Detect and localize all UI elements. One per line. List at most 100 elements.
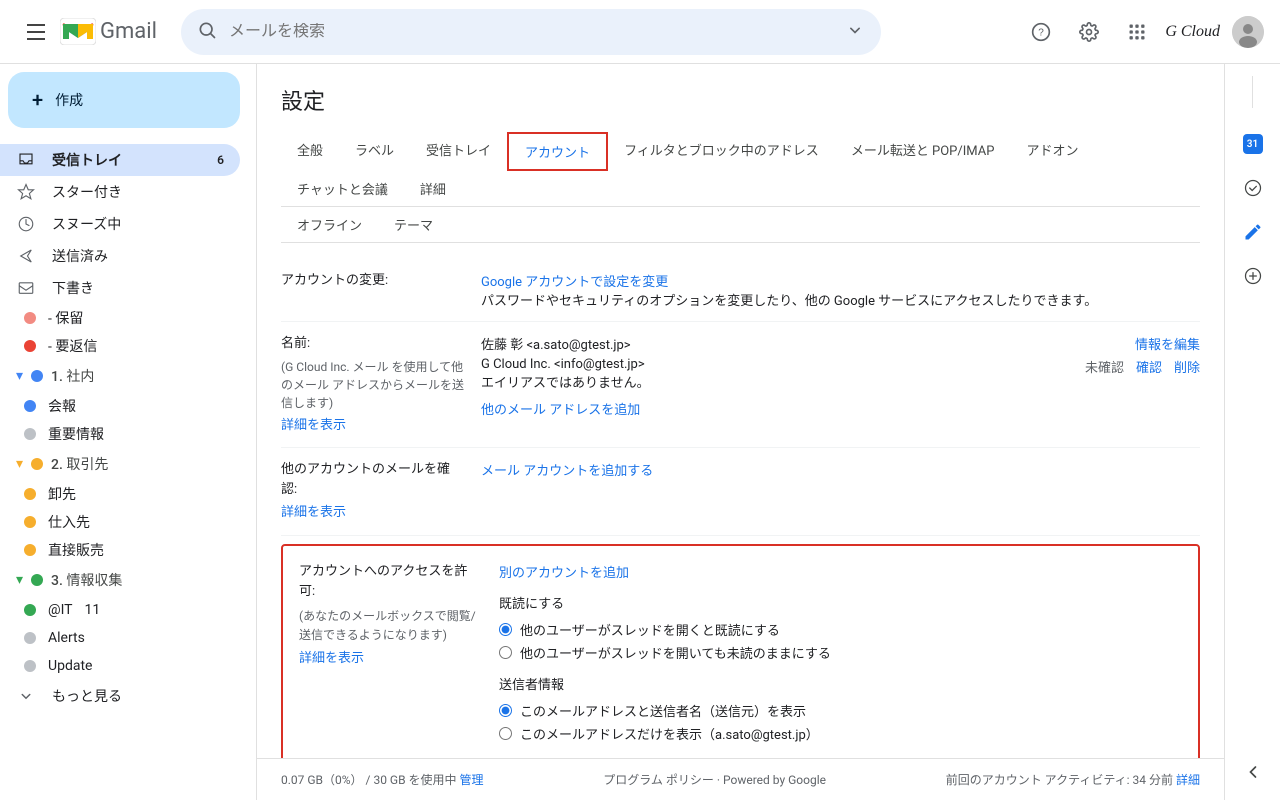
sidebar-item-snoozed[interactable]: スヌーズ中 [0, 208, 240, 240]
footer-activity: 前回のアカウント アクティビティ: 34 分前 [946, 773, 1173, 787]
footer-manage-link[interactable]: 管理 [460, 773, 484, 787]
radio-sender1-label: このメールアドレスと送信者名（送信元）を表示 [520, 701, 806, 720]
account-setup-value: Google アカウントで設定を変更 パスワードやセキュリティのオプションを変更… [481, 271, 1200, 309]
add-another-account-link[interactable]: 別のアカウントを追加 [499, 566, 629, 581]
important-dot [24, 428, 36, 440]
footer-detail-link[interactable]: 詳細 [1176, 773, 1200, 787]
other-accounts-detail-link[interactable]: 詳細を表示 [281, 503, 465, 523]
tab-theme[interactable]: テーマ [378, 207, 449, 242]
sidebar-item-important[interactable]: 重要情報 [0, 420, 240, 448]
search-input[interactable] [229, 23, 837, 41]
add-mail-account-link[interactable]: メール アカウントを追加する [481, 464, 653, 479]
compose-label: 作成 [55, 90, 83, 110]
sidebar-item-reply[interactable]: - 要返信 [0, 332, 240, 360]
pen-icon-button[interactable] [1233, 212, 1273, 252]
sent-label: 送信済み [52, 246, 108, 266]
add-email-link[interactable]: 他のメール アドレスを追加 [481, 403, 640, 418]
sidebar-item-alerts[interactable]: Alerts [0, 624, 240, 652]
tab-filters[interactable]: フィルタとブロック中のアドレス [608, 132, 835, 171]
drafts-icon [16, 278, 36, 298]
radio-read2[interactable]: 他のユーザーがスレッドを開いても未読のままにする [499, 643, 1182, 662]
radio-read1-input[interactable] [499, 623, 512, 636]
search-dropdown-button[interactable] [845, 20, 865, 44]
tabs-row: 全般 ラベル 受信トレイ アカウント フィルタとブロック中のアドレス メール転送… [281, 132, 1200, 207]
sidebar-item-sent[interactable]: 送信済み [0, 240, 240, 272]
sidebar-item-direct[interactable]: 直接販売 [0, 536, 240, 564]
atit-dot [24, 604, 36, 616]
gmail-text: Gmail [100, 19, 157, 44]
inbox-icon [16, 150, 36, 170]
content-area: 設定 全般 ラベル 受信トレイ アカウント フィルタとブロック中のアドレス メー… [256, 64, 1224, 800]
wholesaler-dot [24, 488, 36, 500]
group3-dot [31, 574, 43, 586]
remove-link[interactable]: 削除 [1174, 357, 1200, 376]
tab-advanced[interactable]: 詳細 [404, 171, 462, 206]
access-box-inner: アカウントへのアクセスを許可: (あなたのメールボックスで閲覧/送信できるように… [299, 562, 1182, 751]
confirm-link[interactable]: 確認 [1136, 357, 1162, 376]
radio-read2-input[interactable] [499, 646, 512, 659]
help-button[interactable]: ? [1021, 12, 1061, 52]
group1-header[interactable]: ▾ 1. 社内 [0, 360, 256, 392]
access-sublabel: (あなたのメールボックスで閲覧/送信できるようになります) [299, 607, 483, 645]
gmail-logo: Gmail [60, 18, 157, 45]
tab-labels[interactable]: ラベル [339, 132, 410, 171]
footer-policy: プログラム ポリシー [603, 773, 714, 787]
hamburger-button[interactable] [16, 12, 56, 52]
radio-sender1[interactable]: このメールアドレスと送信者名（送信元）を表示 [499, 701, 1182, 720]
sidebar-item-supplier[interactable]: 仕入先 [0, 508, 240, 536]
settings-button[interactable] [1069, 12, 1109, 52]
main-container: + 作成 受信トレイ 6 スター付き スヌーズ中 送信済み [0, 64, 1280, 800]
radio-sender2[interactable]: このメールアドレスだけを表示（a.sato@gtest.jp） [499, 724, 1182, 743]
name-primary: 佐藤 彰 <a.sato@gtest.jp> [481, 334, 631, 353]
avatar[interactable] [1232, 16, 1264, 48]
group2-dot [31, 458, 43, 470]
edit-info-link[interactable]: 情報を編集 [1135, 334, 1200, 353]
add-icon-button[interactable] [1233, 256, 1273, 296]
radio-sender2-input[interactable] [499, 727, 512, 740]
name-row: 名前: (G Cloud Inc. メール を使用して他のメール アドレスからメ… [281, 322, 1200, 448]
more-button[interactable]: もっと見る [0, 680, 256, 712]
sidebar-item-wholesaler[interactable]: 卸先 [0, 480, 240, 508]
tab-chat[interactable]: チャットと会議 [281, 171, 404, 206]
footer-left: 0.07 GB（0%） / 30 GB を使用中 管理 [281, 771, 484, 788]
sidebar-item-atit[interactable]: @IT 11 [0, 596, 240, 624]
sidebar-item-reserved[interactable]: - 保留 [0, 304, 240, 332]
apps-button[interactable] [1117, 12, 1157, 52]
tab-addons[interactable]: アドオン [1010, 132, 1094, 171]
tab-offline[interactable]: オフライン [281, 207, 378, 242]
google-account-link[interactable]: Google アカウントで設定を変更 [481, 275, 668, 290]
sidebar-item-meeting[interactable]: 会報 [0, 392, 240, 420]
reserved-label: - 保留 [48, 308, 83, 328]
starred-label: スター付き [52, 182, 122, 202]
tasks-icon-button[interactable] [1233, 168, 1273, 208]
calendar-icon-button[interactable]: 31 [1233, 124, 1273, 164]
meeting-dot [24, 400, 36, 412]
access-detail-link[interactable]: 詳細を表示 [299, 649, 483, 670]
sender-radio-group: このメールアドレスと送信者名（送信元）を表示 このメールアドレスだけを表示（a.… [499, 701, 1182, 743]
group2-header[interactable]: ▾ 2. 取引先 [0, 448, 256, 480]
sidebar-item-update[interactable]: Update [0, 652, 240, 680]
radio-read1[interactable]: 他のユーザーがスレッドを開くと既読にする [499, 620, 1182, 639]
compose-button[interactable]: + 作成 [8, 72, 240, 128]
sidebar-item-drafts[interactable]: 下書き [0, 272, 240, 304]
tab-inbox[interactable]: 受信トレイ [410, 132, 507, 171]
name-detail-link[interactable]: 詳細を表示 [281, 416, 465, 436]
right-panel-divider [1233, 72, 1273, 112]
star-icon [16, 182, 36, 202]
gmail-m-icon [60, 18, 96, 45]
footer-storage: 0.07 GB（0%） / 30 GB を使用中 [281, 773, 457, 787]
radio-sender1-input[interactable] [499, 704, 512, 717]
sidebar-item-starred[interactable]: スター付き [0, 176, 240, 208]
more-icon [16, 686, 36, 706]
tab-forward[interactable]: メール転送と POP/IMAP [835, 132, 1011, 171]
group1-label: 1. 社内 [51, 366, 94, 386]
chevron-left-icon-button[interactable] [1233, 752, 1273, 792]
radio-sender2-label: このメールアドレスだけを表示（a.sato@gtest.jp） [520, 724, 819, 743]
tab-account[interactable]: アカウント [507, 132, 608, 171]
atit-label: @IT [48, 602, 73, 618]
account-setup-label: アカウントの変更: [281, 271, 481, 291]
tab-general[interactable]: 全般 [281, 132, 339, 171]
group3-header[interactable]: ▾ 3. 情報収集 [0, 564, 256, 596]
sidebar-item-inbox[interactable]: 受信トレイ 6 [0, 144, 240, 176]
footer: 0.07 GB（0%） / 30 GB を使用中 管理 プログラム ポリシー ·… [257, 758, 1224, 800]
